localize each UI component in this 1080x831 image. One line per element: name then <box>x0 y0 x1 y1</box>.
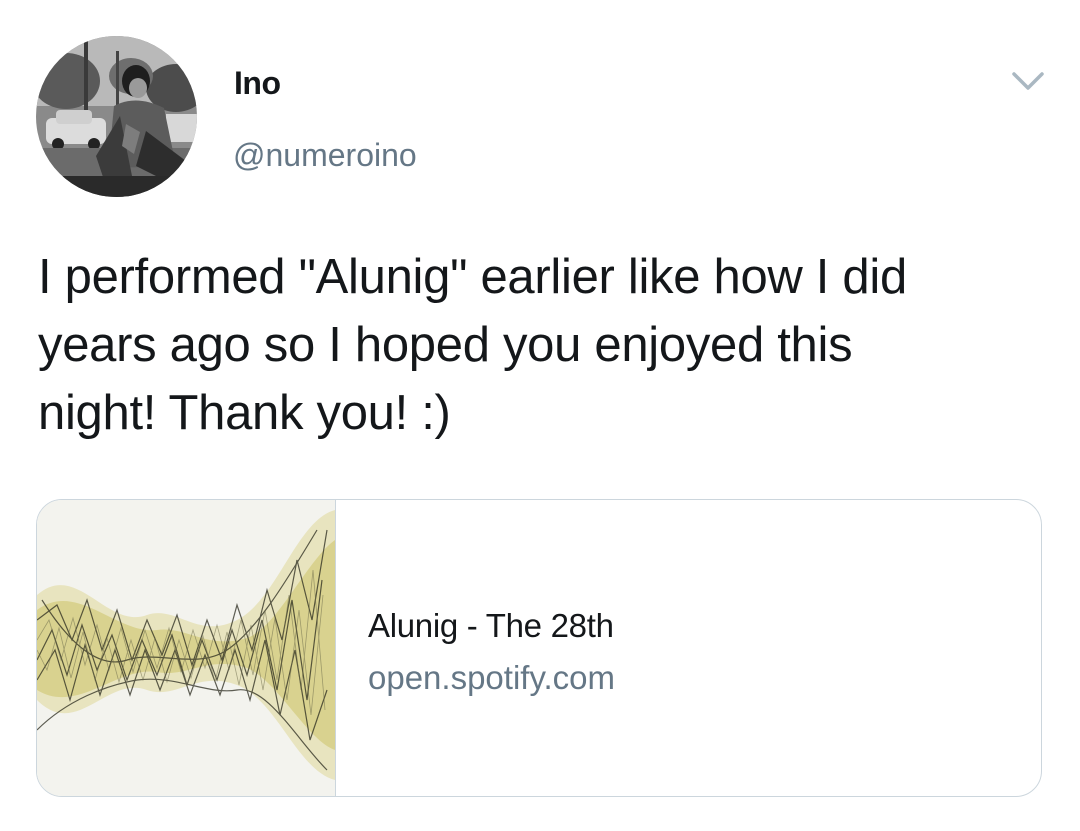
user-handle[interactable]: @numeroino <box>233 136 417 174</box>
display-name[interactable]: Ino <box>234 64 281 102</box>
album-art-image <box>37 500 335 796</box>
tweet-text: I performed "Alunig" earlier like how I … <box>38 250 907 440</box>
link-card[interactable]: Alunig - The 28th open.spotify.com <box>36 499 1042 797</box>
card-title: Alunig - The 28th <box>368 607 614 644</box>
chevron-down-icon[interactable] <box>1006 66 1050 96</box>
card-domain: open.spotify.com <box>368 659 616 696</box>
card-thumbnail <box>37 500 336 796</box>
avatar[interactable] <box>36 36 197 197</box>
tweet: Ino @numeroino I performed "Alunig" earl… <box>0 0 1080 831</box>
avatar-photo <box>36 36 197 197</box>
